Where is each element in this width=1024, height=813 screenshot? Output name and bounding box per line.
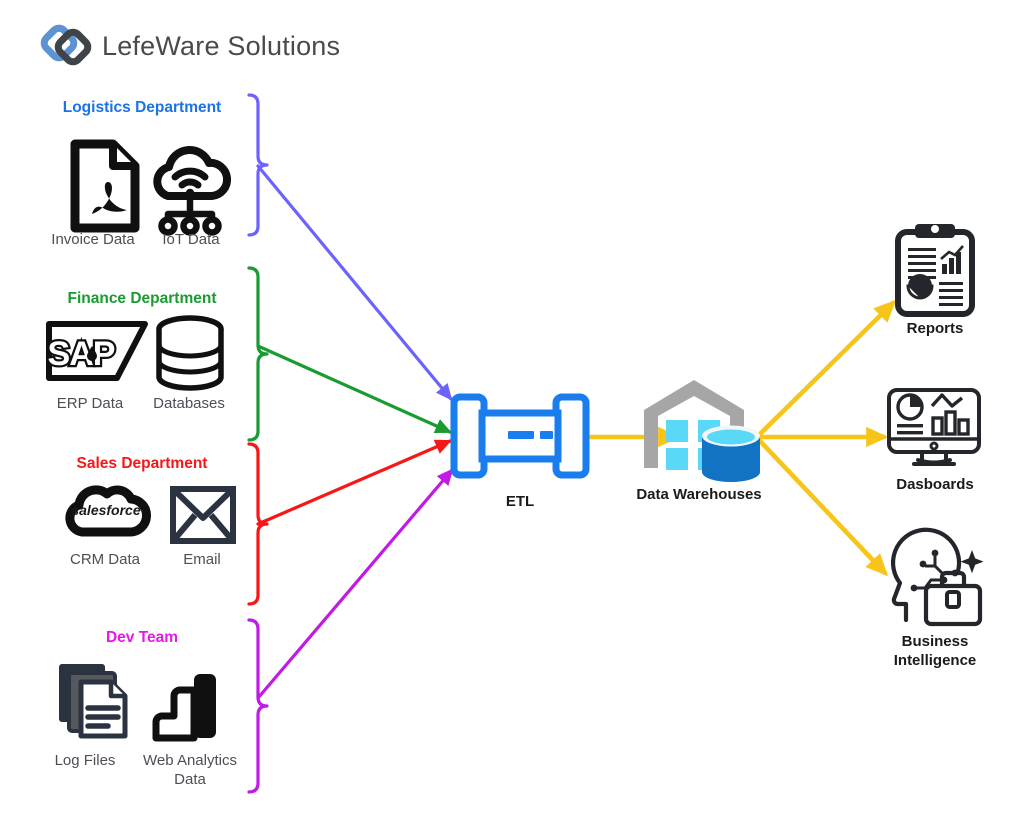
item-label-databases: Databases [153,395,225,412]
database-cylinder-icon [152,313,228,395]
item-label-iot-data: IoT Data [162,231,220,248]
node-label-business-intelligence: Business Intelligence [893,633,977,669]
arrow-finance-to-etl [256,344,452,434]
arrow-warehouse-to-bi [757,438,889,577]
warehouse-with-database-icon [636,376,762,482]
sap-logo-icon: SAP [45,318,149,384]
brand-logo: LefeWare Solutions [38,20,340,72]
bracket-sales [247,442,269,606]
node-label-etl: ETL [505,493,535,510]
dept-title-finance: Finance Department [67,290,217,307]
node-label-data-warehouses: Data Warehouses [636,486,762,503]
node-label-reports: Reports [906,320,964,337]
bracket-logistics [247,93,269,237]
brand-name: LefeWare Solutions [102,30,341,61]
item-label-web-analytics-data: Web Analytics Data [143,752,237,788]
envelope-icon [169,484,237,546]
interlocking-diamonds-logo-icon [38,20,94,72]
document-stack-icon [55,660,133,744]
pdf-document-icon [68,138,142,234]
salesforce-cloud-icon: salesforce [58,480,154,542]
diagram-canvas: LefeWare Solutions Logistics Department … [0,0,1024,813]
monitor-dashboard-icon [884,386,984,472]
arrow-dev-to-etl [256,468,454,700]
ai-head-briefcase-icon [886,527,986,630]
arrow-sales-to-etl [256,439,452,526]
dept-title-dev: Dev Team [105,629,179,646]
iot-cloud-icon [148,140,232,236]
clipboard-report-icon [893,222,977,318]
item-label-invoice-data: Invoice Data [51,231,135,248]
arrow-logistics-to-etl [256,164,453,401]
node-label-dashboards: Dasboards [896,476,974,493]
item-label-log-files: Log Files [54,752,116,769]
bracket-finance [247,266,269,442]
dept-title-sales: Sales Department [76,455,208,472]
item-label-email: Email [183,551,221,568]
etl-pipe-filter-icon [450,393,590,481]
bracket-dev [247,618,269,794]
svg-text:SAP: SAP [48,335,115,373]
dept-title-logistics: Logistics Department [62,99,222,116]
power-bi-bars-icon [148,668,222,744]
svg-text:salesforce: salesforce [71,502,140,518]
item-label-erp-data: ERP Data [56,395,124,412]
item-label-crm-data: CRM Data [69,551,140,568]
